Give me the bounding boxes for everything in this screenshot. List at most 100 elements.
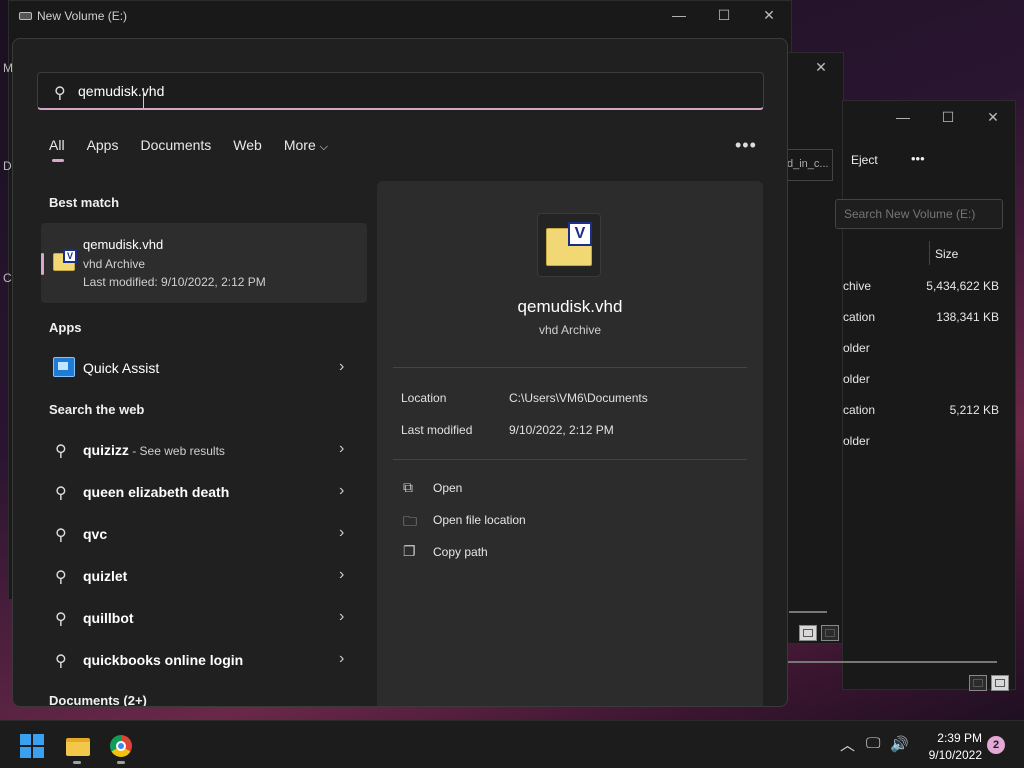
web-result[interactable]: ⚲ quizizz - See web results › xyxy=(41,433,367,467)
open-action[interactable]: ⧉ Open xyxy=(401,479,601,499)
close-button[interactable]: ✕ xyxy=(759,5,779,25)
maximize-button[interactable]: ☐ xyxy=(714,5,734,25)
open-action-label: Open xyxy=(433,481,463,495)
row-type: cation xyxy=(843,310,876,324)
more-options-button[interactable]: ••• xyxy=(911,151,925,166)
column-header-size[interactable]: Size xyxy=(935,247,958,261)
web-result-text: quickbooks online login xyxy=(83,652,243,668)
divider xyxy=(393,459,747,460)
clock-date[interactable]: 9/10/2022 xyxy=(918,748,982,762)
breadcrumb-text: d_in_c... xyxy=(787,158,829,170)
search-icon: ⚲ xyxy=(55,653,67,670)
chevron-right-icon[interactable]: › xyxy=(339,358,344,376)
close-button[interactable]: ✕ xyxy=(811,57,831,77)
best-match-result[interactable]: V qemudisk.vhd vhd Archive Last modified… xyxy=(41,223,367,303)
web-result[interactable]: ⚲ queen elizabeth death › xyxy=(41,475,367,509)
close-button[interactable]: ✕ xyxy=(983,107,1003,127)
chevron-right-icon[interactable]: › xyxy=(339,440,344,458)
tiles-view-button[interactable] xyxy=(821,625,839,641)
search-icon: ⚲ xyxy=(55,569,67,586)
row-type: older xyxy=(843,341,870,355)
taskbar: ︿ 🖵 🔊 2:39 PM 9/10/2022 2 xyxy=(0,720,1024,768)
open-file-location-action[interactable]: 🗀 Open file location xyxy=(401,511,601,531)
breadcrumb-field[interactable]: d_in_c... xyxy=(787,149,833,181)
chevron-right-icon[interactable]: › xyxy=(339,524,344,542)
start-button[interactable] xyxy=(15,729,49,763)
selection-indicator xyxy=(41,253,44,275)
search-icon: ⚲ xyxy=(55,527,67,544)
chrome-button[interactable] xyxy=(104,729,138,764)
file-explorer-button[interactable] xyxy=(60,729,94,764)
sidebar-letter: D xyxy=(3,159,12,173)
chevron-right-icon[interactable]: › xyxy=(339,650,344,668)
tab-documents[interactable]: Documents xyxy=(140,137,211,161)
divider xyxy=(393,367,747,368)
location-value: C:\Users\VM6\Documents xyxy=(509,391,648,405)
section-apps: Apps xyxy=(49,320,82,335)
chevron-right-icon[interactable]: › xyxy=(339,566,344,584)
maximize-button[interactable]: ☐ xyxy=(938,107,958,127)
column-divider xyxy=(929,241,930,265)
clock-time[interactable]: 2:39 PM xyxy=(918,731,982,745)
text-cursor xyxy=(143,88,144,108)
tab-web[interactable]: Web xyxy=(233,137,262,161)
chevron-right-icon[interactable]: › xyxy=(339,482,344,500)
web-result[interactable]: ⚲ qvc › xyxy=(41,517,367,551)
location-label: Location xyxy=(401,391,447,405)
chevron-down-icon: ⌵ xyxy=(319,141,328,153)
running-indicator xyxy=(117,761,125,764)
web-result-hint: - See web results xyxy=(128,444,225,458)
result-label: Quick Assist xyxy=(83,360,160,376)
row-type: older xyxy=(843,434,870,448)
open-external-icon: ⧉ xyxy=(403,479,413,495)
tab-all[interactable]: All xyxy=(49,137,65,162)
chrome-icon xyxy=(110,735,132,757)
web-result-query: queen elizabeth death xyxy=(83,484,230,500)
search-box[interactable]: ⚲ xyxy=(37,72,764,110)
windows-logo-icon xyxy=(20,734,44,758)
tab-apps[interactable]: Apps xyxy=(87,137,119,161)
chevron-right-icon[interactable]: › xyxy=(339,608,344,626)
search-icon: ⚲ xyxy=(55,611,67,628)
minimize-button[interactable]: — xyxy=(893,107,913,127)
detail-file-name: qemudisk.vhd xyxy=(517,297,623,316)
copy-path-action[interactable]: ❐ Copy path xyxy=(401,543,601,563)
web-result[interactable]: ⚲ quizlet › xyxy=(41,559,367,593)
network-icon[interactable]: 🖵 xyxy=(866,735,880,752)
search-input[interactable] xyxy=(78,80,738,102)
scrollbar[interactable] xyxy=(787,661,997,663)
web-result-query: quizlet xyxy=(83,568,128,584)
tab-more-label: More xyxy=(283,137,316,153)
search-input[interactable] xyxy=(835,199,1003,229)
row-size: 138,341 KB xyxy=(936,310,999,324)
web-result-text: quizlet xyxy=(83,568,127,584)
open-file-location-label: Open file location xyxy=(433,513,526,527)
details-view-button[interactable] xyxy=(799,625,817,641)
web-result[interactable]: ⚲ quillbot › xyxy=(41,601,367,635)
web-result-text: queen elizabeth death xyxy=(83,484,229,500)
tiles-view-button[interactable] xyxy=(991,675,1009,691)
app-result-quick-assist[interactable]: Quick Assist › xyxy=(41,351,367,385)
web-result-text: quizizz - See web results xyxy=(83,442,225,458)
section-documents: Documents (2+) xyxy=(49,693,147,707)
row-type: chive xyxy=(843,279,872,293)
best-match-type: vhd Archive xyxy=(83,257,146,271)
search-flyout: ⚲ All Apps Documents Web More ⌵ ••• Best… xyxy=(12,38,788,707)
notification-badge[interactable]: 2 xyxy=(987,736,1005,754)
tab-more[interactable]: More ⌵ xyxy=(284,137,328,161)
scrollbar[interactable] xyxy=(789,611,827,613)
eject-button[interactable]: Eject xyxy=(851,153,878,167)
minimize-button[interactable]: — xyxy=(669,5,689,25)
more-options-button[interactable]: ••• xyxy=(735,135,757,156)
row-type: older xyxy=(843,372,870,386)
details-view-button[interactable] xyxy=(969,675,987,691)
quick-assist-icon xyxy=(53,357,75,377)
detail-pane: V qemudisk.vhd vhd Archive Location C:\U… xyxy=(377,181,763,706)
web-result[interactable]: ⚲ quickbooks online login › xyxy=(41,643,367,677)
volume-icon[interactable]: 🔊 xyxy=(890,735,909,753)
copy-icon: ❐ xyxy=(403,543,416,559)
web-result-text: qvc xyxy=(83,526,107,542)
show-hidden-icons-button[interactable]: ︿ xyxy=(840,734,855,755)
row-size: 5,434,622 KB xyxy=(926,279,999,293)
row-type: cation xyxy=(843,403,876,417)
